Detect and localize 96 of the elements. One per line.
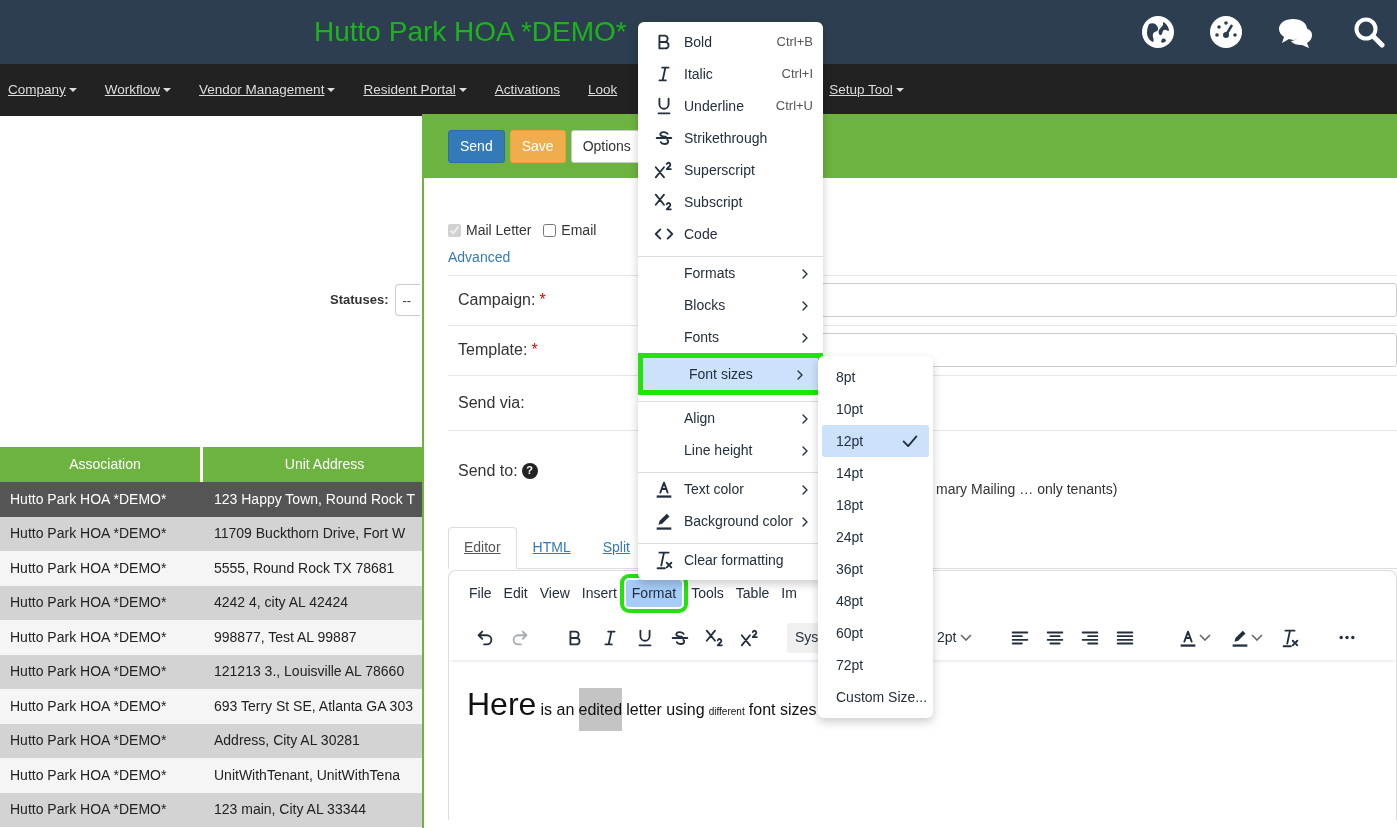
menu-item[interactable]: Code bbox=[638, 218, 823, 250]
menu-item[interactable]: 10pt bbox=[822, 393, 929, 425]
table-row[interactable]: Hutto Park HOA *DEMO* 123 Happy Town, Round Rock T bbox=[0, 482, 422, 517]
menu-item[interactable]: Fonts bbox=[638, 321, 823, 353]
required-mark: * bbox=[531, 340, 538, 360]
editor-menu-item[interactable]: Insert bbox=[575, 579, 623, 607]
table-row[interactable]: Hutto Park HOA *DEMO* 693 Terry St SE, Atlanta GA 303 bbox=[0, 689, 422, 724]
menu-item[interactable]: 24pt bbox=[822, 521, 929, 553]
help-icon[interactable]: ? bbox=[521, 462, 538, 479]
shortcut-text: Ctrl+B bbox=[776, 33, 813, 52]
font-size-select[interactable]: 2pt bbox=[937, 627, 973, 648]
nav-menu-item[interactable]: Workflow bbox=[104, 79, 172, 101]
table-row[interactable]: Hutto Park HOA *DEMO* 5555, Round Rock TX 78681 bbox=[0, 551, 422, 586]
field-label: Send via: bbox=[458, 392, 525, 413]
table-cell-text: Hutto Park HOA *DEMO* bbox=[9, 696, 168, 716]
site-title: Hutto Park HOA *DEMO* bbox=[314, 15, 627, 49]
table-cell-text: 11709 Buckthorn Drive, Fort W bbox=[213, 524, 407, 544]
advanced-link[interactable]: Advanced bbox=[448, 247, 511, 268]
shortcut-text: Ctrl+U bbox=[775, 97, 813, 116]
checkbox-label: Mail Letter bbox=[466, 221, 532, 240]
table-cell-text: 4242 4, city AL 42424 bbox=[213, 593, 350, 613]
table-cell-text: Address, City AL 30281 bbox=[213, 731, 361, 751]
chevron-down-icon bbox=[960, 634, 973, 641]
table-row[interactable]: Hutto Park HOA *DEMO* 11709 Buckthorn Drive, Fort W bbox=[0, 516, 422, 551]
menu-item[interactable]: Custom Size... bbox=[822, 681, 929, 713]
search-icon[interactable] bbox=[1353, 16, 1385, 48]
menu-item[interactable]: Italic Ctrl+I bbox=[638, 58, 823, 90]
nav-menu-item[interactable]: Company bbox=[8, 79, 77, 101]
nav-menu-item[interactable]: Setup Tool bbox=[829, 79, 904, 101]
menu-item[interactable]: 14pt bbox=[822, 457, 929, 489]
table-cell-text: Hutto Park HOA *DEMO* bbox=[9, 800, 168, 820]
menu-item[interactable]: 72pt bbox=[822, 649, 929, 681]
chevron-down-icon bbox=[1251, 634, 1264, 641]
editor-menu-item[interactable]: Table bbox=[729, 579, 776, 607]
menu-item[interactable]: 48pt bbox=[822, 585, 929, 617]
dashboard-icon[interactable] bbox=[1209, 15, 1243, 49]
table-cell-text: Hutto Park HOA *DEMO* bbox=[9, 593, 168, 613]
table-cell-text: Hutto Park HOA *DEMO* bbox=[9, 558, 168, 578]
menu-item[interactable]: Font sizes bbox=[638, 353, 823, 395]
menu-item[interactable]: Blocks bbox=[638, 289, 823, 321]
menu-item[interactable]: Formats bbox=[638, 256, 823, 289]
menu-item[interactable]: 12pt bbox=[822, 425, 929, 457]
field-label: Campaign: bbox=[458, 290, 536, 310]
editor-menu-item[interactable]: View bbox=[533, 579, 576, 607]
menu-item[interactable]: 36pt bbox=[822, 553, 929, 585]
checkbox-label: Email bbox=[561, 221, 597, 240]
nav-menu-item[interactable]: Look bbox=[588, 79, 618, 101]
editor-menu-item[interactable]: Tools bbox=[685, 579, 730, 607]
more-icon bbox=[1337, 635, 1356, 640]
menu-item[interactable]: 8pt bbox=[822, 361, 929, 393]
table-cell-text: 998877, Test AL 99887 bbox=[213, 627, 358, 647]
menu-item[interactable]: 60pt bbox=[822, 617, 929, 649]
table-cell-text: Hutto Park HOA *DEMO* bbox=[9, 662, 168, 682]
menu-item[interactable]: Bold Ctrl+B bbox=[638, 26, 823, 58]
recipient-text: mary Mailing … only tenants) bbox=[936, 479, 1118, 499]
table-cell-text: Hutto Park HOA *DEMO* bbox=[9, 524, 168, 544]
editor-menu-item[interactable]: File bbox=[463, 579, 498, 607]
table-cell-text: UnitWithTenant, UnitWithTena bbox=[213, 765, 401, 785]
table-row[interactable]: Hutto Park HOA *DEMO* 998877, Test AL 99887 bbox=[0, 620, 422, 655]
editor-menu-item[interactable]: Im bbox=[775, 579, 803, 607]
menu-item[interactable]: Underline Ctrl+U bbox=[638, 90, 823, 122]
dialog-button[interactable]: Send bbox=[448, 129, 505, 163]
table-cell-text: 123 main, City AL 33344 bbox=[213, 800, 368, 820]
menu-item[interactable]: 18pt bbox=[822, 489, 929, 521]
globe-icon[interactable] bbox=[1141, 15, 1175, 49]
table-cell-text: 693 Terry St SE, Atlanta GA 303 bbox=[213, 696, 414, 716]
field-label: Send to: bbox=[458, 460, 518, 481]
nav-menu-item[interactable]: Activations bbox=[494, 79, 560, 101]
editor-menu-item[interactable]: Edit bbox=[497, 579, 534, 607]
table-cell-text: Hutto Park HOA *DEMO* bbox=[9, 765, 168, 785]
column-header: Unit Address bbox=[283, 455, 366, 474]
shortcut-text: Ctrl+I bbox=[781, 65, 813, 84]
checkbox[interactable] bbox=[543, 224, 557, 237]
chevron-down-icon bbox=[1199, 634, 1212, 641]
table-row[interactable]: Hutto Park HOA *DEMO* Address, City AL 30281 bbox=[0, 723, 422, 758]
table-cell-text: 121213 3., Louisville AL 78660 bbox=[213, 662, 406, 682]
statuses-select[interactable]: -- bbox=[394, 284, 420, 316]
table-cell-text: 5555, Round Rock TX 78681 bbox=[213, 558, 396, 578]
menu-item[interactable]: Subscript bbox=[638, 186, 823, 218]
required-mark: * bbox=[539, 290, 546, 310]
table-row[interactable]: Hutto Park HOA *DEMO* 4242 4, city AL 42424 bbox=[0, 585, 422, 620]
table-row[interactable]: Hutto Park HOA *DEMO* UnitWithTenant, UnitWithTena bbox=[0, 758, 422, 793]
table-cell-text: 123 Happy Town, Round Rock T bbox=[213, 489, 417, 509]
subscript-icon bbox=[653, 191, 675, 213]
statuses-label: Statuses: bbox=[330, 291, 389, 310]
table-cell-text: Hutto Park HOA *DEMO* bbox=[9, 731, 168, 751]
field-label: Template: bbox=[458, 340, 528, 360]
table-row[interactable]: Hutto Park HOA *DEMO* 123 main, City AL 33344 bbox=[0, 792, 422, 827]
editor-tab[interactable]: HTML bbox=[516, 526, 587, 568]
table-row[interactable]: Hutto Park HOA *DEMO* 121213 3., Louisville AL 78660 bbox=[0, 654, 422, 689]
nav-menu-item[interactable]: Vendor Management bbox=[199, 79, 336, 101]
table-cell-text: Hutto Park HOA *DEMO* bbox=[9, 627, 168, 647]
table-cell-text: Hutto Park HOA *DEMO* bbox=[9, 489, 168, 509]
editor-tab[interactable]: Editor bbox=[448, 526, 517, 569]
nav-menu-item[interactable]: Resident Portal bbox=[363, 79, 467, 101]
superscript-icon bbox=[653, 159, 675, 181]
